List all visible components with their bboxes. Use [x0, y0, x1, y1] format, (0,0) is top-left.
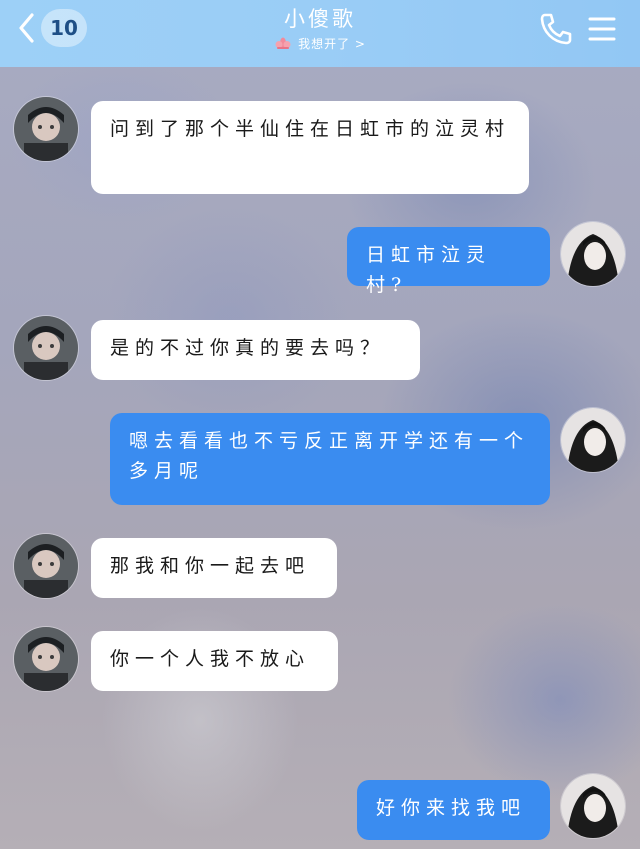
contact-name[interactable]: 小傻歌: [170, 3, 470, 33]
contact-avatar[interactable]: [14, 97, 78, 161]
my-avatar[interactable]: [561, 222, 625, 286]
back-button[interactable]: 10: [18, 9, 98, 47]
phone-icon[interactable]: [538, 12, 574, 46]
contact-status[interactable]: 我想开了 >: [170, 33, 470, 53]
message-bubble-incoming[interactable]: 是的不过你真的要去吗？: [91, 320, 420, 380]
chevron-left-icon: [19, 13, 34, 43]
message-bubble-incoming[interactable]: 问到了那个半仙住在日虹市的泣灵村: [91, 101, 529, 194]
chat-header: 10 小傻歌 我想开了 >: [0, 0, 640, 67]
message-bubble-outgoing[interactable]: 嗯去看看也不亏反正离开学还有一个多月呢: [110, 413, 550, 505]
unread-count-badge: 10: [41, 9, 87, 47]
message-bubble-incoming[interactable]: 你一个人我不放心: [91, 631, 338, 691]
message-bubble-incoming[interactable]: 那我和你一起去吧: [91, 538, 337, 598]
menu-icon[interactable]: [587, 14, 617, 44]
contact-avatar[interactable]: [14, 627, 78, 691]
status-text: 我想开了 >: [298, 36, 366, 51]
message-bubble-outgoing[interactable]: 好你来找我吧: [357, 780, 550, 840]
lotus-icon: [275, 37, 291, 49]
contact-avatar[interactable]: [14, 534, 78, 598]
my-avatar[interactable]: [561, 408, 625, 472]
message-bubble-outgoing[interactable]: 日虹市泣灵村?: [347, 227, 550, 296]
my-avatar[interactable]: [561, 774, 625, 838]
contact-avatar[interactable]: [14, 316, 78, 380]
